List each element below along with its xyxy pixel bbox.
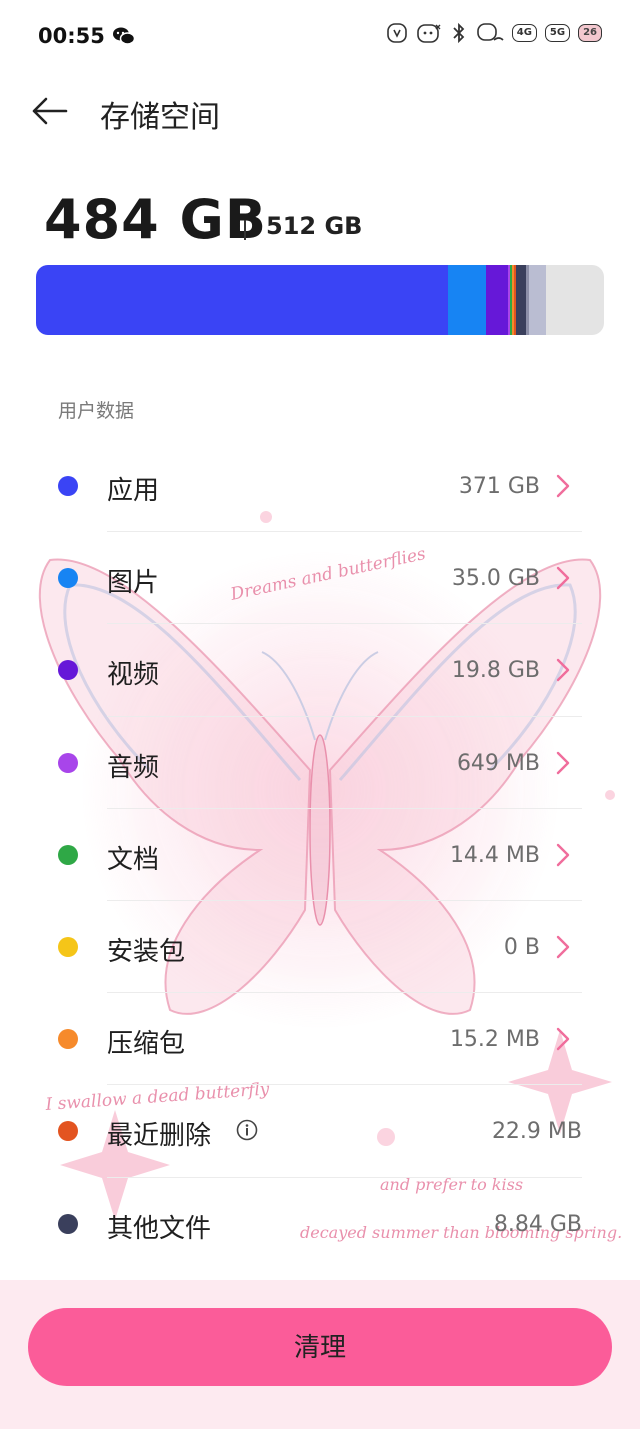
storage-bar-segment [516, 265, 527, 335]
category-color-dot [58, 568, 78, 589]
storage-bar-segment [447, 265, 487, 335]
category-color-dot [58, 752, 78, 773]
category-size: 371 GB [458, 474, 540, 499]
category-label: 最近删除 [107, 1121, 212, 1152]
storage-bar-segment [529, 265, 547, 335]
category-size: 22.9 MB [491, 1119, 582, 1145]
list-item-images[interactable]: 图片 35.0 GB [0, 532, 640, 625]
category-size: 14.4 MB [449, 842, 540, 868]
category-size: 15.2 MB [449, 1027, 540, 1053]
category-size: 19.8 GB [451, 658, 540, 684]
battery-icon: 26 [578, 24, 602, 42]
category-size: 649 MB [456, 750, 540, 776]
category-color-dot [58, 1213, 78, 1234]
status-time: 00:55 [38, 24, 105, 48]
status-icons: 4G 5G 26 [386, 22, 602, 44]
category-color-dot [58, 660, 78, 681]
chevron-right-icon [556, 1027, 570, 1051]
category-color-dot [58, 476, 78, 496]
storage-category-list: 应用 371 GB 图片 35.0 GB 视频 19.8 GB 音频 649 M… [0, 440, 640, 1270]
list-item-recently-deleted[interactable]: 最近删除 22.9 MB [0, 1085, 640, 1178]
category-label: 应用 [107, 476, 160, 506]
page-title: 存储空间 [100, 100, 220, 135]
category-size: 0 B [503, 934, 540, 960]
clean-button-label: 清理 [293, 1333, 346, 1363]
category-label: 其他文件 [107, 1213, 212, 1244]
list-item-apps[interactable]: 应用 371 GB [0, 440, 640, 533]
category-color-dot [58, 1121, 78, 1142]
back-arrow-icon[interactable] [30, 96, 70, 126]
list-item-archives[interactable]: 压缩包 15.2 MB [0, 993, 640, 1086]
vibrate-icon [386, 23, 407, 43]
category-label: 压缩包 [107, 1029, 186, 1060]
category-label: 视频 [107, 660, 160, 691]
category-size: 35.0 GB [451, 566, 540, 592]
storage-bar-segment [36, 265, 448, 335]
wechat-icon [113, 27, 136, 45]
list-item-audio[interactable]: 音频 649 MB [0, 717, 640, 809]
category-label: 安装包 [107, 936, 186, 967]
category-color-dot [58, 844, 78, 865]
bluetooth-icon [453, 22, 465, 44]
list-item-other-files[interactable]: 其他文件 8.84 GB [0, 1178, 640, 1270]
chevron-right-icon [556, 843, 570, 866]
used-storage: 484 GB [44, 188, 268, 251]
page-header: 存储空间 [0, 80, 640, 144]
chevron-right-icon [556, 751, 570, 774]
status-bar: 00:55 4G 5G 26 [0, 0, 640, 72]
clean-button[interactable]: 清理 [28, 1308, 612, 1386]
alarm-icon [416, 24, 441, 43]
category-color-dot [58, 936, 78, 957]
section-label: 用户数据 [58, 400, 135, 422]
signal-4g-icon: 4G [511, 24, 537, 42]
chevron-right-icon [556, 474, 570, 498]
category-color-dot [58, 1029, 78, 1050]
storage-bar-segment [486, 265, 509, 335]
list-item-packages[interactable]: 安装包 0 B [0, 901, 640, 994]
wifi-icon [476, 23, 504, 41]
signal-5g-icon: 5G [544, 24, 571, 42]
chevron-right-icon [556, 659, 570, 682]
storage-usage-bar [36, 265, 604, 335]
total-storage: 512 GB [266, 212, 363, 240]
chevron-right-icon [556, 566, 570, 590]
chevron-right-icon [556, 935, 570, 959]
info-icon[interactable] [236, 1119, 258, 1141]
list-item-documents[interactable]: 文档 14.4 MB [0, 809, 640, 901]
category-size: 8.84 GB [493, 1211, 582, 1237]
category-label: 音频 [107, 752, 160, 783]
list-item-videos[interactable]: 视频 19.8 GB [0, 624, 640, 717]
category-label: 文档 [107, 844, 160, 875]
summary-divider [244, 220, 246, 240]
category-label: 图片 [107, 568, 160, 599]
